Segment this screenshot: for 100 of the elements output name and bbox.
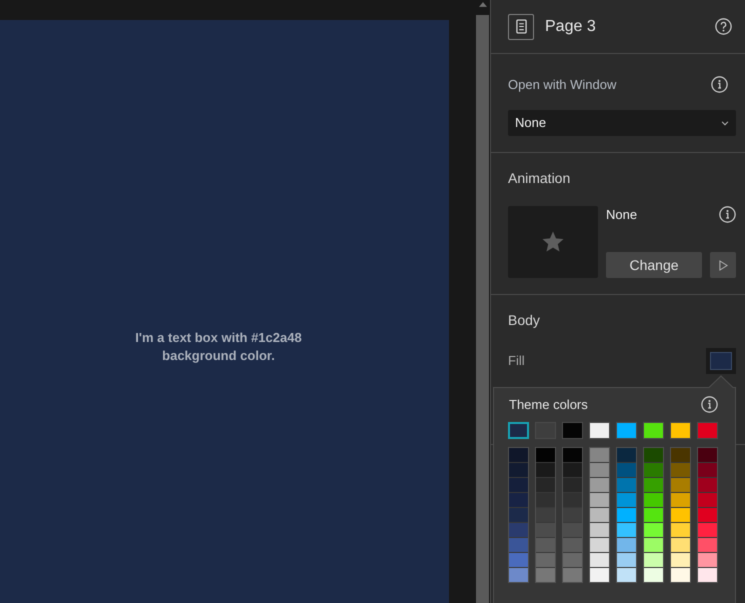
- star-icon: [541, 230, 565, 254]
- color-swatch[interactable]: [590, 493, 609, 507]
- color-swatch[interactable]: [590, 538, 609, 552]
- color-swatch[interactable]: [697, 422, 718, 439]
- color-swatch[interactable]: [590, 508, 609, 522]
- color-swatch[interactable]: [671, 568, 690, 582]
- color-swatch[interactable]: [671, 493, 690, 507]
- color-swatch[interactable]: [670, 422, 691, 439]
- color-swatch[interactable]: [509, 538, 528, 552]
- color-swatch[interactable]: [644, 478, 663, 492]
- color-swatch[interactable]: [590, 448, 609, 462]
- color-swatch[interactable]: [536, 568, 555, 582]
- color-swatch[interactable]: [509, 553, 528, 567]
- color-swatch[interactable]: [617, 568, 636, 582]
- color-swatch[interactable]: [536, 448, 555, 462]
- color-swatch[interactable]: [509, 448, 528, 462]
- scrollbar-thumb[interactable]: [476, 15, 489, 603]
- color-swatch-icon: [710, 352, 732, 370]
- color-swatch[interactable]: [644, 493, 663, 507]
- color-swatch[interactable]: [671, 508, 690, 522]
- color-swatch[interactable]: [536, 493, 555, 507]
- text-box-text: I'm a text box with #1c2a48 background color.: [134, 329, 303, 365]
- color-swatch[interactable]: [644, 463, 663, 477]
- scroll-up-icon[interactable]: [479, 2, 487, 7]
- color-swatch[interactable]: [536, 523, 555, 537]
- color-swatch[interactable]: [536, 508, 555, 522]
- color-swatch[interactable]: [698, 523, 717, 537]
- color-swatch[interactable]: [563, 463, 582, 477]
- color-swatch[interactable]: [698, 538, 717, 552]
- popover-title: Theme colors: [509, 396, 588, 414]
- color-swatch[interactable]: [671, 523, 690, 537]
- color-swatch[interactable]: [617, 478, 636, 492]
- section-title: Animation: [508, 170, 572, 187]
- color-swatch[interactable]: [698, 553, 717, 567]
- color-swatch[interactable]: [563, 538, 582, 552]
- color-swatch[interactable]: [644, 448, 663, 462]
- color-swatch[interactable]: [536, 478, 555, 492]
- color-swatch[interactable]: [589, 422, 610, 439]
- color-swatch[interactable]: [562, 422, 583, 439]
- color-swatch[interactable]: [509, 478, 528, 492]
- window-dropdown[interactable]: None: [508, 110, 736, 136]
- color-swatch[interactable]: [590, 553, 609, 567]
- info-icon[interactable]: [701, 396, 718, 413]
- chevron-down-icon: [721, 120, 729, 126]
- color-swatch[interactable]: [536, 463, 555, 477]
- fill-label: Fill: [508, 352, 525, 370]
- help-icon[interactable]: [715, 18, 732, 35]
- color-swatch[interactable]: [509, 568, 528, 582]
- color-swatch[interactable]: [616, 422, 637, 439]
- color-swatch[interactable]: [643, 422, 664, 439]
- field-label: Open with Window: [508, 76, 616, 94]
- color-swatch[interactable]: [644, 523, 663, 537]
- color-swatch[interactable]: [590, 478, 609, 492]
- color-swatch[interactable]: [563, 523, 582, 537]
- color-swatch[interactable]: [509, 493, 528, 507]
- color-swatch[interactable]: [508, 422, 529, 439]
- color-swatch[interactable]: [698, 493, 717, 507]
- color-swatch[interactable]: [617, 493, 636, 507]
- info-icon[interactable]: [711, 76, 728, 93]
- color-swatch[interactable]: [698, 448, 717, 462]
- color-swatch[interactable]: [563, 493, 582, 507]
- fill-color-button[interactable]: [706, 348, 736, 374]
- color-swatch[interactable]: [590, 523, 609, 537]
- color-swatch[interactable]: [698, 478, 717, 492]
- color-swatch[interactable]: [671, 538, 690, 552]
- color-swatch[interactable]: [644, 508, 663, 522]
- animation-name: None: [606, 206, 638, 224]
- color-swatch[interactable]: [617, 553, 636, 567]
- color-swatch[interactable]: [590, 463, 609, 477]
- color-swatch[interactable]: [509, 523, 528, 537]
- color-swatch[interactable]: [644, 538, 663, 552]
- section-title: Body: [508, 312, 541, 329]
- info-icon[interactable]: [719, 206, 736, 223]
- color-swatch[interactable]: [563, 478, 582, 492]
- color-swatch[interactable]: [644, 568, 663, 582]
- color-swatch[interactable]: [590, 568, 609, 582]
- color-swatch[interactable]: [617, 508, 636, 522]
- color-swatch[interactable]: [536, 538, 555, 552]
- color-swatch[interactable]: [563, 448, 582, 462]
- color-swatch[interactable]: [536, 553, 555, 567]
- color-swatch[interactable]: [509, 463, 528, 477]
- color-swatch[interactable]: [509, 508, 528, 522]
- color-swatch[interactable]: [644, 553, 663, 567]
- color-swatch[interactable]: [671, 478, 690, 492]
- color-swatch[interactable]: [617, 463, 636, 477]
- color-swatch[interactable]: [563, 553, 582, 567]
- color-swatch[interactable]: [671, 553, 690, 567]
- color-swatch[interactable]: [671, 448, 690, 462]
- color-swatch[interactable]: [698, 463, 717, 477]
- color-swatch[interactable]: [563, 568, 582, 582]
- color-swatch[interactable]: [617, 523, 636, 537]
- play-button[interactable]: [710, 252, 736, 278]
- color-swatch[interactable]: [698, 568, 717, 582]
- color-swatch[interactable]: [563, 508, 582, 522]
- color-swatch[interactable]: [698, 508, 717, 522]
- color-swatch[interactable]: [617, 448, 636, 462]
- change-button[interactable]: Change: [606, 252, 702, 278]
- color-swatch[interactable]: [617, 538, 636, 552]
- color-swatch[interactable]: [671, 463, 690, 477]
- page-title: Page 3: [545, 16, 596, 36]
